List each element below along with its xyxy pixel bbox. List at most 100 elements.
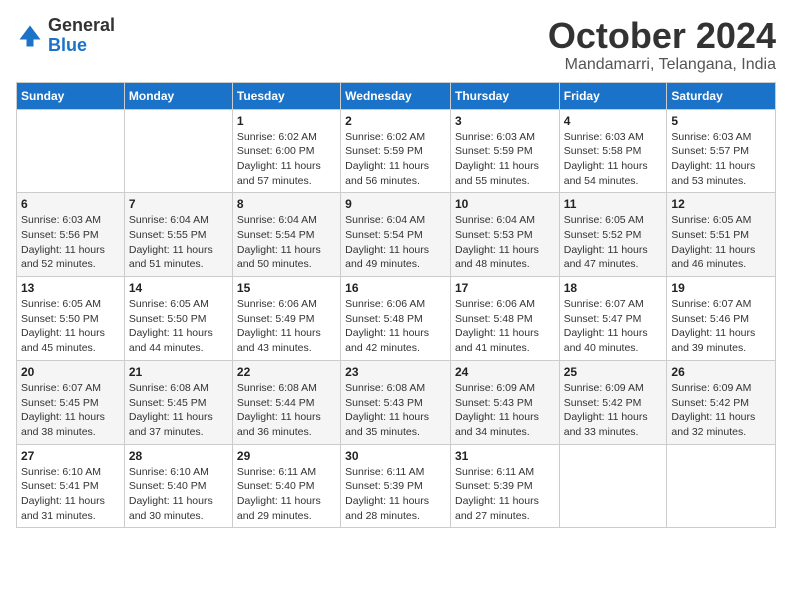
cell-3-5: 25 Sunrise: 6:09 AMSunset: 5:42 PMDaylig… [559,360,667,444]
location-title: Mandamarri, Telangana, India [548,56,776,74]
cell-2-1: 14 Sunrise: 6:05 AMSunset: 5:50 PMDaylig… [124,277,232,361]
day-number: 2 [345,114,446,128]
day-info: Sunrise: 6:10 AMSunset: 5:41 PMDaylight:… [21,465,120,524]
day-info: Sunrise: 6:11 AMSunset: 5:39 PMDaylight:… [455,465,555,524]
cell-4-6 [667,444,776,528]
day-number: 11 [564,197,663,211]
cell-0-4: 3 Sunrise: 6:03 AMSunset: 5:59 PMDayligh… [450,109,559,193]
day-info: Sunrise: 6:11 AMSunset: 5:39 PMDaylight:… [345,465,446,524]
day-info: Sunrise: 6:10 AMSunset: 5:40 PMDaylight:… [129,465,228,524]
cell-3-4: 24 Sunrise: 6:09 AMSunset: 5:43 PMDaylig… [450,360,559,444]
day-number: 18 [564,281,663,295]
header-monday: Monday [124,82,232,109]
day-info: Sunrise: 6:08 AMSunset: 5:45 PMDaylight:… [129,381,228,440]
day-info: Sunrise: 6:05 AMSunset: 5:51 PMDaylight:… [671,213,771,272]
logo-general: General [48,15,115,35]
day-number: 25 [564,365,663,379]
cell-3-3: 23 Sunrise: 6:08 AMSunset: 5:43 PMDaylig… [341,360,451,444]
day-info: Sunrise: 6:08 AMSunset: 5:44 PMDaylight:… [237,381,336,440]
week-row-3: 13 Sunrise: 6:05 AMSunset: 5:50 PMDaylig… [17,277,776,361]
week-row-5: 27 Sunrise: 6:10 AMSunset: 5:41 PMDaylig… [17,444,776,528]
header-friday: Friday [559,82,667,109]
day-number: 30 [345,449,446,463]
day-number: 22 [237,365,336,379]
day-number: 28 [129,449,228,463]
day-info: Sunrise: 6:05 AMSunset: 5:52 PMDaylight:… [564,213,663,272]
cell-0-3: 2 Sunrise: 6:02 AMSunset: 5:59 PMDayligh… [341,109,451,193]
day-info: Sunrise: 6:04 AMSunset: 5:53 PMDaylight:… [455,213,555,272]
cell-0-2: 1 Sunrise: 6:02 AMSunset: 6:00 PMDayligh… [232,109,340,193]
day-info: Sunrise: 6:02 AMSunset: 6:00 PMDaylight:… [237,130,336,189]
page-header: General Blue October 2024 Mandamarri, Te… [16,16,776,74]
day-info: Sunrise: 6:06 AMSunset: 5:49 PMDaylight:… [237,297,336,356]
week-row-4: 20 Sunrise: 6:07 AMSunset: 5:45 PMDaylig… [17,360,776,444]
cell-1-1: 7 Sunrise: 6:04 AMSunset: 5:55 PMDayligh… [124,193,232,277]
day-number: 14 [129,281,228,295]
logo-blue: Blue [48,35,87,55]
day-number: 9 [345,197,446,211]
day-number: 26 [671,365,771,379]
cell-4-2: 29 Sunrise: 6:11 AMSunset: 5:40 PMDaylig… [232,444,340,528]
calendar-table: SundayMondayTuesdayWednesdayThursdayFrid… [16,82,776,529]
cell-2-3: 16 Sunrise: 6:06 AMSunset: 5:48 PMDaylig… [341,277,451,361]
day-number: 1 [237,114,336,128]
cell-0-1 [124,109,232,193]
logo-icon [16,22,44,50]
title-block: October 2024 Mandamarri, Telangana, Indi… [548,16,776,74]
day-info: Sunrise: 6:03 AMSunset: 5:58 PMDaylight:… [564,130,663,189]
day-number: 5 [671,114,771,128]
day-number: 31 [455,449,555,463]
week-row-2: 6 Sunrise: 6:03 AMSunset: 5:56 PMDayligh… [17,193,776,277]
day-number: 8 [237,197,336,211]
day-number: 6 [21,197,120,211]
cell-4-3: 30 Sunrise: 6:11 AMSunset: 5:39 PMDaylig… [341,444,451,528]
cell-4-1: 28 Sunrise: 6:10 AMSunset: 5:40 PMDaylig… [124,444,232,528]
cell-2-4: 17 Sunrise: 6:06 AMSunset: 5:48 PMDaylig… [450,277,559,361]
day-info: Sunrise: 6:09 AMSunset: 5:42 PMDaylight:… [671,381,771,440]
day-info: Sunrise: 6:05 AMSunset: 5:50 PMDaylight:… [129,297,228,356]
cell-4-4: 31 Sunrise: 6:11 AMSunset: 5:39 PMDaylig… [450,444,559,528]
cell-0-6: 5 Sunrise: 6:03 AMSunset: 5:57 PMDayligh… [667,109,776,193]
day-info: Sunrise: 6:09 AMSunset: 5:42 PMDaylight:… [564,381,663,440]
cell-2-2: 15 Sunrise: 6:06 AMSunset: 5:49 PMDaylig… [232,277,340,361]
cell-4-5 [559,444,667,528]
day-number: 29 [237,449,336,463]
day-info: Sunrise: 6:07 AMSunset: 5:46 PMDaylight:… [671,297,771,356]
day-number: 13 [21,281,120,295]
cell-1-2: 8 Sunrise: 6:04 AMSunset: 5:54 PMDayligh… [232,193,340,277]
cell-2-5: 18 Sunrise: 6:07 AMSunset: 5:47 PMDaylig… [559,277,667,361]
day-info: Sunrise: 6:06 AMSunset: 5:48 PMDaylight:… [345,297,446,356]
header-tuesday: Tuesday [232,82,340,109]
day-info: Sunrise: 6:07 AMSunset: 5:47 PMDaylight:… [564,297,663,356]
cell-1-6: 12 Sunrise: 6:05 AMSunset: 5:51 PMDaylig… [667,193,776,277]
logo: General Blue [16,16,115,56]
cell-0-5: 4 Sunrise: 6:03 AMSunset: 5:58 PMDayligh… [559,109,667,193]
day-info: Sunrise: 6:02 AMSunset: 5:59 PMDaylight:… [345,130,446,189]
day-info: Sunrise: 6:08 AMSunset: 5:43 PMDaylight:… [345,381,446,440]
day-info: Sunrise: 6:07 AMSunset: 5:45 PMDaylight:… [21,381,120,440]
day-info: Sunrise: 6:09 AMSunset: 5:43 PMDaylight:… [455,381,555,440]
day-number: 20 [21,365,120,379]
day-info: Sunrise: 6:04 AMSunset: 5:54 PMDaylight:… [237,213,336,272]
day-info: Sunrise: 6:11 AMSunset: 5:40 PMDaylight:… [237,465,336,524]
cell-1-3: 9 Sunrise: 6:04 AMSunset: 5:54 PMDayligh… [341,193,451,277]
cell-2-6: 19 Sunrise: 6:07 AMSunset: 5:46 PMDaylig… [667,277,776,361]
cell-0-0 [17,109,125,193]
cell-3-1: 21 Sunrise: 6:08 AMSunset: 5:45 PMDaylig… [124,360,232,444]
day-info: Sunrise: 6:03 AMSunset: 5:56 PMDaylight:… [21,213,120,272]
day-number: 17 [455,281,555,295]
day-number: 7 [129,197,228,211]
logo-text: General Blue [48,16,115,56]
day-number: 15 [237,281,336,295]
cell-3-6: 26 Sunrise: 6:09 AMSunset: 5:42 PMDaylig… [667,360,776,444]
header-row: SundayMondayTuesdayWednesdayThursdayFrid… [17,82,776,109]
header-wednesday: Wednesday [341,82,451,109]
day-number: 24 [455,365,555,379]
cell-1-0: 6 Sunrise: 6:03 AMSunset: 5:56 PMDayligh… [17,193,125,277]
cell-1-4: 10 Sunrise: 6:04 AMSunset: 5:53 PMDaylig… [450,193,559,277]
day-number: 12 [671,197,771,211]
cell-4-0: 27 Sunrise: 6:10 AMSunset: 5:41 PMDaylig… [17,444,125,528]
day-info: Sunrise: 6:04 AMSunset: 5:55 PMDaylight:… [129,213,228,272]
day-info: Sunrise: 6:05 AMSunset: 5:50 PMDaylight:… [21,297,120,356]
cell-2-0: 13 Sunrise: 6:05 AMSunset: 5:50 PMDaylig… [17,277,125,361]
